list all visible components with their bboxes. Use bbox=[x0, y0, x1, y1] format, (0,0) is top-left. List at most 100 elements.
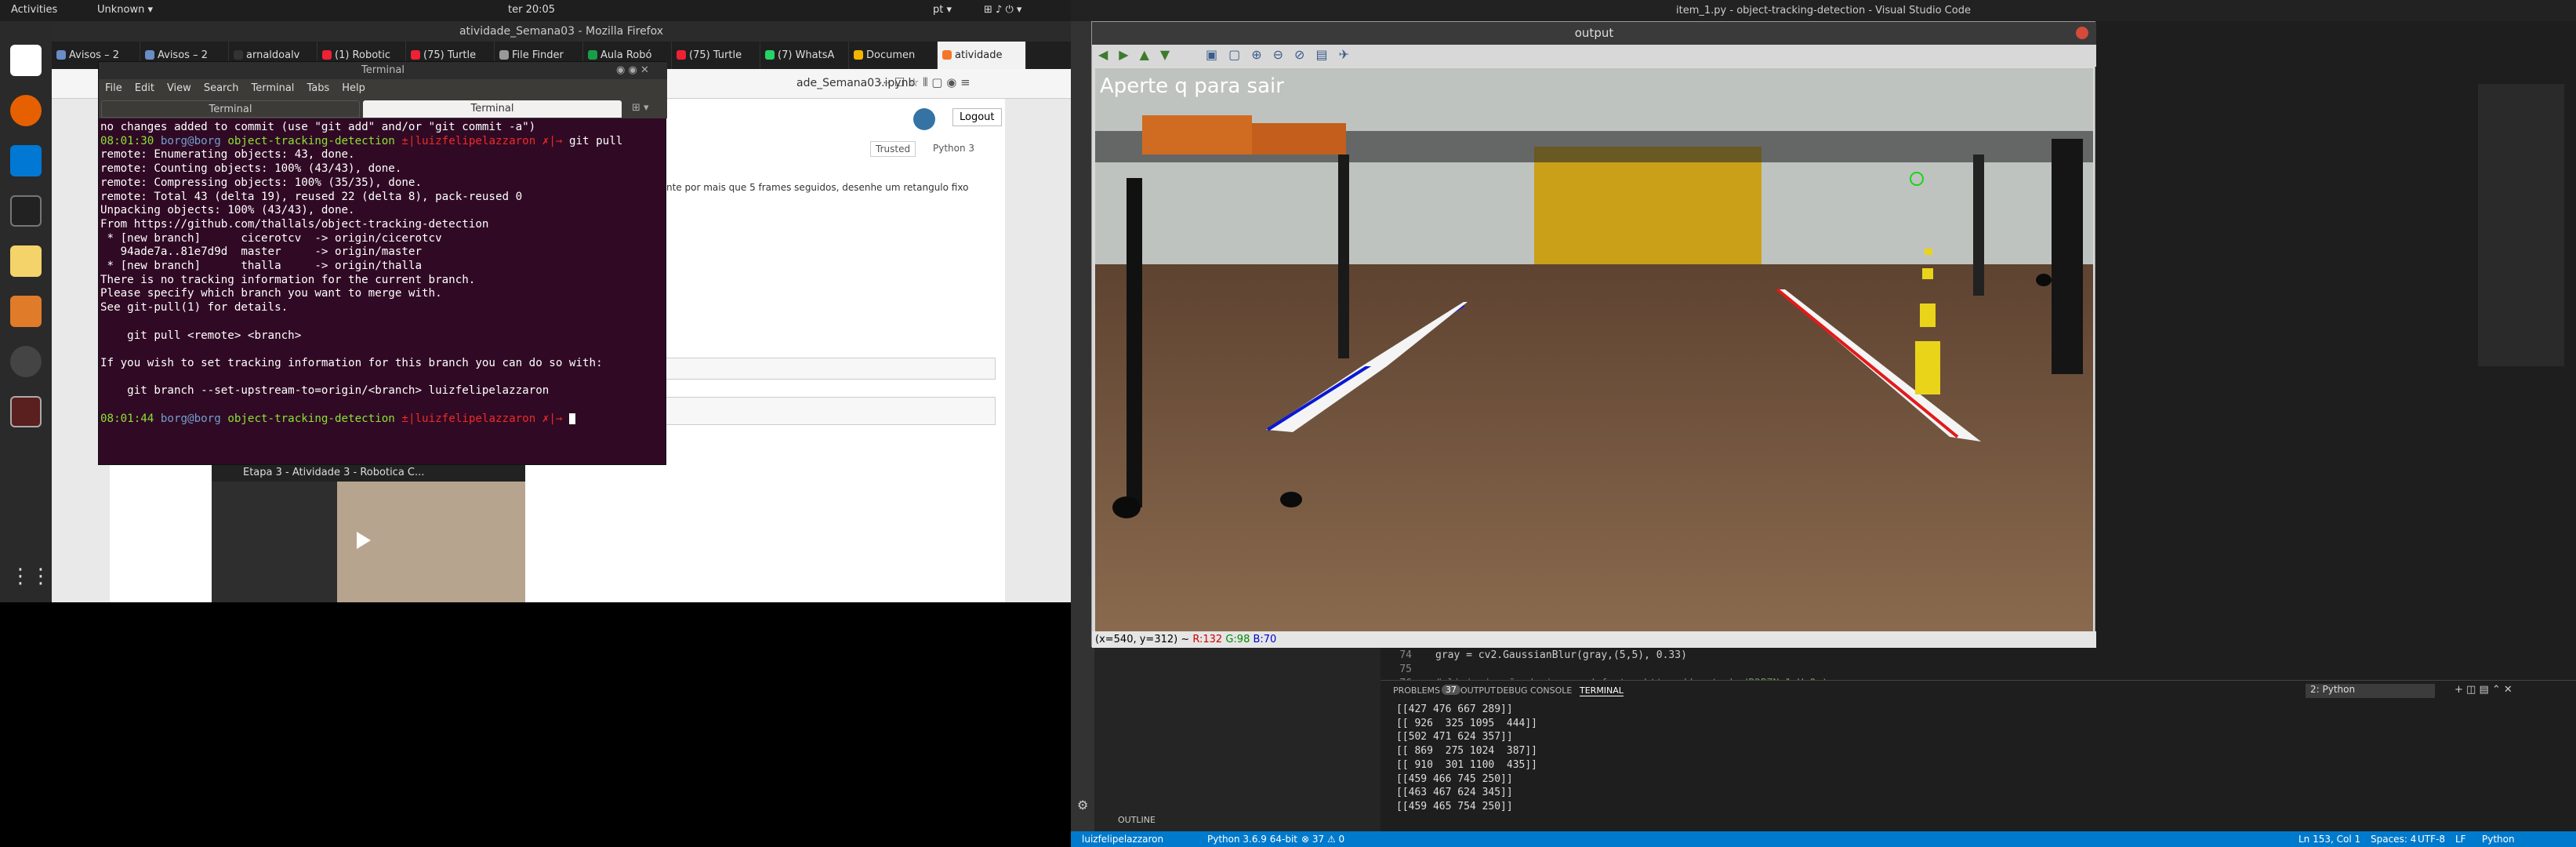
tab-favicon-icon bbox=[234, 50, 243, 60]
play-icon[interactable] bbox=[357, 532, 371, 549]
terminal-menu-item[interactable]: Search bbox=[204, 82, 239, 94]
status-problems[interactable]: ⊗ 37 ⚠ 0 bbox=[1301, 831, 1344, 847]
apps-grid-icon[interactable]: ⋮⋮⋮ bbox=[10, 561, 71, 592]
vscode-icon[interactable] bbox=[10, 145, 42, 176]
video-player[interactable]: Etapa 3 - Atividade 3 - Robotica C... bbox=[212, 464, 525, 602]
line-number: 75 bbox=[1399, 663, 1412, 675]
code-line: 74 gray = cv2.GaussianBlur(gray,(5,5), 0.… bbox=[1381, 649, 2462, 663]
pixel-status: (x=540, y=312) ~ R:132 G:98 B:70 bbox=[1092, 631, 2096, 648]
terminal-menu-item[interactable]: Help bbox=[342, 82, 365, 94]
prompt-dir: object-tracking-detection bbox=[227, 412, 395, 425]
status-language[interactable]: Python bbox=[2482, 831, 2515, 847]
status-branch[interactable]: luizfelipelazzaron bbox=[1082, 831, 1163, 847]
panel-tab-output[interactable]: OUTPUT bbox=[1460, 685, 1496, 696]
tab-favicon-icon bbox=[854, 50, 863, 60]
updater-icon[interactable] bbox=[10, 346, 42, 377]
trusted-badge[interactable]: Trusted bbox=[870, 141, 916, 157]
prompt-time: 08:01:44 bbox=[100, 412, 154, 425]
opencv-output-window[interactable]: output ◀▶▲▼ ▣▢⊕⊖⊘▤✈ Aperte q para sair (… bbox=[1091, 21, 2096, 648]
prompt-cmd: git pull bbox=[568, 134, 623, 147]
text-editor-icon[interactable] bbox=[10, 245, 42, 277]
terminal-output-line: [[459 465 754 250]] bbox=[1396, 800, 1513, 812]
tab-label: atividade bbox=[955, 49, 1003, 61]
toolbar-icons[interactable]: ⋯ ☐ ☆ ⫴ ▢ ◉ ≡ bbox=[879, 75, 971, 89]
activities-button[interactable]: Activities bbox=[11, 4, 57, 16]
panel-tab-terminal[interactable]: TERMINAL bbox=[1580, 685, 1624, 696]
vscode-title: item_1.py - object-tracking-detection - … bbox=[1071, 0, 2576, 21]
lane-scene bbox=[1095, 68, 2093, 631]
output-line: 94ade7a..81e7d9d master -> origin/master bbox=[100, 245, 422, 259]
prompt-user: borg@borg bbox=[160, 412, 221, 425]
dock: ⋮⋮⋮ bbox=[0, 21, 71, 602]
close-icon[interactable] bbox=[2076, 27, 2088, 39]
notebook-text: nte por mais que 5 frames seguidos, dese… bbox=[666, 182, 969, 193]
tab-label: Avisos – 2 bbox=[69, 49, 119, 61]
panel-tab-debug-console[interactable]: DEBUG CONSOLE bbox=[1497, 685, 1572, 696]
language-indicator[interactable]: pt ▾ bbox=[933, 4, 952, 16]
minimap[interactable] bbox=[2478, 84, 2564, 366]
app-menu[interactable]: Unknown ▾ bbox=[97, 4, 153, 16]
output-line: remote: Total 43 (delta 19), reused 22 (… bbox=[100, 190, 523, 203]
terminal-menu-item[interactable]: Edit bbox=[135, 82, 154, 94]
terminal-window[interactable]: Terminal ◉ ◉ ✕ File Edit View Search Termina… bbox=[98, 61, 667, 466]
terminal-menu-item[interactable]: Terminal bbox=[251, 82, 294, 94]
prompt-time: 08:01:30 bbox=[100, 134, 154, 147]
terminal-output-line: [[ 910 301 1100 435]] bbox=[1396, 758, 1538, 771]
terminal-menu-item[interactable]: File bbox=[105, 82, 122, 94]
terminal-output-line: [[463 467 624 345]] bbox=[1396, 787, 1513, 799]
terminal-output-line: [[502 471 624 357]] bbox=[1396, 731, 1513, 743]
system-tray-icons[interactable]: ⊞ ♪ ⏻ ▾ bbox=[984, 4, 1021, 16]
outline-section[interactable]: OUTLINE bbox=[1118, 815, 1156, 825]
pixel-g: G:98 bbox=[1225, 634, 1250, 645]
tab-terminal-1[interactable]: Terminal bbox=[101, 100, 360, 118]
panel-actions[interactable]: + ◫ ▤ ⌃ ✕ bbox=[2454, 684, 2513, 696]
output-line: git pull <remote> <branch> bbox=[100, 329, 302, 342]
tab-label: (75) Turtle bbox=[423, 49, 477, 61]
terminal-select[interactable]: 2: Python bbox=[2306, 684, 2435, 698]
clock[interactable]: ter 20:05 bbox=[508, 4, 555, 16]
settings-gear-icon[interactable]: ⚙ bbox=[1077, 798, 1088, 812]
slack-icon[interactable] bbox=[10, 45, 42, 76]
pixel-r: R:132 bbox=[1192, 634, 1223, 645]
firefox-tab[interactable]: Documen bbox=[849, 42, 938, 69]
firefox-tab[interactable]: atividade bbox=[938, 42, 1026, 69]
terminal-title: Terminal bbox=[99, 62, 667, 79]
terminal-icon[interactable] bbox=[10, 195, 42, 227]
terminal-output[interactable]: no changes added to commit (use "git add… bbox=[99, 118, 667, 466]
tab-label: (1) Robotic bbox=[335, 49, 391, 61]
tab-favicon-icon bbox=[942, 50, 952, 60]
tab-label: arnaldoalv bbox=[246, 49, 300, 61]
software-icon[interactable] bbox=[10, 296, 42, 327]
camera-frame: Aperte q para sair bbox=[1095, 68, 2093, 631]
status-python[interactable]: Python 3.6.9 64-bit bbox=[1207, 831, 1297, 847]
image-toolbar: ◀▶▲▼ ▣▢⊕⊖⊘▤✈ bbox=[1092, 45, 2096, 67]
navigation-arrows-icon[interactable]: ◀▶▲▼ bbox=[1098, 47, 1181, 62]
status-spaces[interactable]: Spaces: 4 bbox=[2371, 831, 2416, 847]
status-position[interactable]: Ln 153, Col 1 bbox=[2298, 831, 2360, 847]
terminal-menu-item[interactable]: Tabs bbox=[307, 82, 329, 94]
tab-favicon-icon bbox=[765, 50, 775, 60]
prompt-dir: object-tracking-detection bbox=[227, 134, 395, 147]
new-tab-icon[interactable]: ⊞ ▾ bbox=[632, 102, 649, 114]
terminal-output-line: [[459 466 745 250]] bbox=[1396, 772, 1513, 785]
terminal-menu-item[interactable]: View bbox=[167, 82, 191, 94]
firefox-tab[interactable]: (7) WhatsA bbox=[760, 42, 849, 69]
top-bar: Activities Unknown ▾ ter 20:05 pt ▾ ⊞ ♪ … bbox=[0, 0, 1071, 21]
problems-count-badge: 37 bbox=[1442, 685, 1460, 695]
window-controls[interactable]: ◉ ◉ ✕ bbox=[616, 64, 649, 76]
screen-recorder-icon[interactable] bbox=[10, 396, 42, 427]
status-encoding[interactable]: UTF-8 bbox=[2418, 831, 2445, 847]
code-line: 75 bbox=[1381, 663, 2462, 677]
firefox-title: atividade_Semana03 - Mozilla Firefox bbox=[52, 21, 1071, 42]
panel-tab-problems[interactable]: PROBLEMS bbox=[1393, 685, 1440, 696]
tab-terminal-2[interactable]: Terminal bbox=[363, 100, 622, 118]
cursor bbox=[568, 413, 575, 424]
line-number: 74 bbox=[1399, 649, 1412, 661]
firefox-tab[interactable]: (75) Turtle bbox=[672, 42, 760, 69]
status-eol[interactable]: LF bbox=[2455, 831, 2466, 847]
zoom-tools-icon[interactable]: ▣▢⊕⊖⊘▤✈ bbox=[1206, 47, 1360, 62]
logout-button[interactable]: Logout bbox=[952, 108, 1002, 126]
firefox-icon[interactable] bbox=[10, 95, 42, 126]
output-line: Unpacking objects: 100% (43/43), done. bbox=[100, 204, 355, 217]
tab-label: Avisos – 2 bbox=[158, 49, 208, 61]
